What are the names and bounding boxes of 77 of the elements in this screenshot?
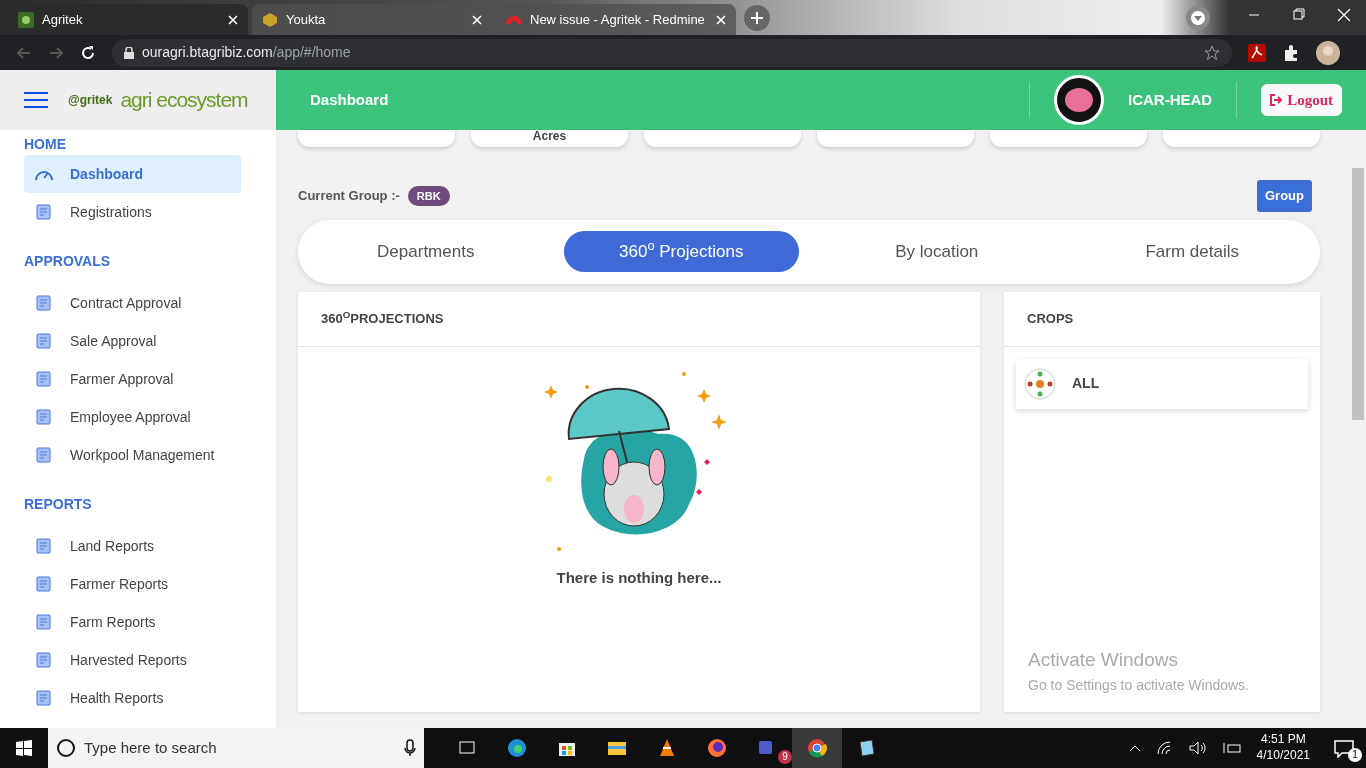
group-button[interactable]: Group bbox=[1257, 180, 1312, 212]
panel-title: 360$^{O}$PROJECTIONS bbox=[321, 308, 444, 328]
document-icon bbox=[34, 294, 54, 312]
menu-icon[interactable] bbox=[24, 91, 48, 109]
star-icon[interactable] bbox=[1204, 44, 1220, 61]
activation-text: Go to Settings to activate Windows. bbox=[1028, 675, 1250, 695]
speaker-icon[interactable] bbox=[1188, 741, 1207, 755]
tab[interactable]: Farm details bbox=[1074, 231, 1310, 272]
document-icon bbox=[34, 689, 54, 707]
favicon-icon bbox=[506, 15, 522, 24]
activation-title: Activate Windows bbox=[1028, 648, 1179, 672]
document-icon bbox=[34, 575, 54, 593]
section-heading: APPROVALS bbox=[23, 252, 112, 271]
wifi-icon[interactable] bbox=[1156, 741, 1173, 755]
search-icon bbox=[56, 738, 76, 758]
sidebar-item[interactable]: Employee Approval bbox=[24, 398, 241, 436]
scrollbar-thumb[interactable] bbox=[1352, 168, 1364, 420]
sidebar-item[interactable]: Farmer Reports bbox=[24, 565, 241, 603]
group-badge: RBK bbox=[407, 185, 450, 206]
profile-avatar-icon[interactable] bbox=[1316, 40, 1340, 65]
section-heading: HOME bbox=[23, 135, 67, 154]
taskbar-search-field[interactable]: Type here to search bbox=[48, 728, 424, 768]
sidebar-item[interactable]: Farmer Approval bbox=[24, 360, 241, 398]
document-icon bbox=[34, 370, 54, 388]
document-icon bbox=[34, 332, 54, 350]
page-title: Dashboard bbox=[310, 89, 390, 110]
section-heading: REPORTS bbox=[23, 495, 93, 514]
avatar-photo bbox=[1054, 75, 1104, 125]
sidebar-item[interactable]: Health Reports bbox=[24, 679, 241, 717]
sidebar-item[interactable]: Dashboard bbox=[24, 155, 241, 193]
document-icon bbox=[34, 651, 54, 669]
stat-label: Acres bbox=[532, 129, 567, 143]
puzzle-icon[interactable] bbox=[1282, 43, 1300, 62]
document-icon bbox=[34, 203, 54, 221]
chevron-up-icon[interactable] bbox=[1128, 744, 1141, 752]
chrome-icon[interactable] bbox=[807, 738, 827, 758]
battery-icon[interactable] bbox=[1222, 742, 1241, 754]
windows-logo-icon[interactable] bbox=[16, 740, 32, 756]
close-icon[interactable] bbox=[716, 14, 726, 25]
tab[interactable]: 360$^{o}$ Projections bbox=[563, 231, 799, 272]
favicon-icon bbox=[262, 11, 278, 28]
close-icon[interactable] bbox=[228, 14, 238, 25]
document-icon bbox=[34, 446, 54, 464]
empty-message: There is nothing here... bbox=[556, 567, 722, 588]
group-label: Current Group :- bbox=[298, 187, 400, 205]
microphone-icon[interactable] bbox=[404, 739, 416, 757]
exit-icon bbox=[1270, 94, 1284, 106]
panel-title: CROPS bbox=[1027, 309, 1074, 328]
plus-icon bbox=[751, 12, 763, 24]
sidebar-item[interactable]: Harvested Reports bbox=[24, 641, 241, 679]
lock-icon bbox=[124, 46, 134, 59]
address-bar[interactable]: ouragri.btagribiz.com/app/#/home bbox=[112, 38, 1232, 67]
notification-count: 1 bbox=[1348, 748, 1362, 762]
tab-search-icon[interactable] bbox=[1185, 5, 1211, 31]
tab[interactable]: By location bbox=[819, 231, 1055, 272]
sidebar-item[interactable]: Registrations bbox=[24, 193, 241, 231]
document-icon bbox=[34, 408, 54, 426]
logout-button[interactable]: Logout bbox=[1261, 83, 1342, 117]
user-name: ICAR-HEAD bbox=[1128, 89, 1213, 110]
crop-item[interactable]: ALL bbox=[1016, 358, 1308, 409]
sidebar-item[interactable]: Sale Approval bbox=[24, 322, 241, 360]
clock[interactable]: 4:51 PM 4/10/2021 bbox=[1256, 732, 1310, 764]
document-icon bbox=[34, 537, 54, 555]
document-icon bbox=[34, 613, 54, 631]
tab[interactable]: Departments bbox=[308, 231, 544, 272]
sidebar-item[interactable]: Workpool Management bbox=[24, 436, 241, 474]
notification-icon[interactable] bbox=[1334, 739, 1354, 758]
new-tab-button[interactable] bbox=[744, 5, 770, 31]
sidebar-item[interactable]: Contract Approval bbox=[24, 284, 241, 322]
pdf-icon[interactable] bbox=[1248, 43, 1266, 62]
sidebar-item[interactable]: Land Reports bbox=[24, 527, 241, 565]
notification-badge: 9 bbox=[778, 750, 792, 764]
traffic-cone-icon[interactable] bbox=[657, 738, 677, 758]
sidebar-item[interactable]: Farm Reports bbox=[24, 603, 241, 641]
reload-icon[interactable] bbox=[80, 44, 96, 61]
close-icon[interactable] bbox=[472, 14, 482, 25]
favicon-icon bbox=[18, 11, 34, 28]
